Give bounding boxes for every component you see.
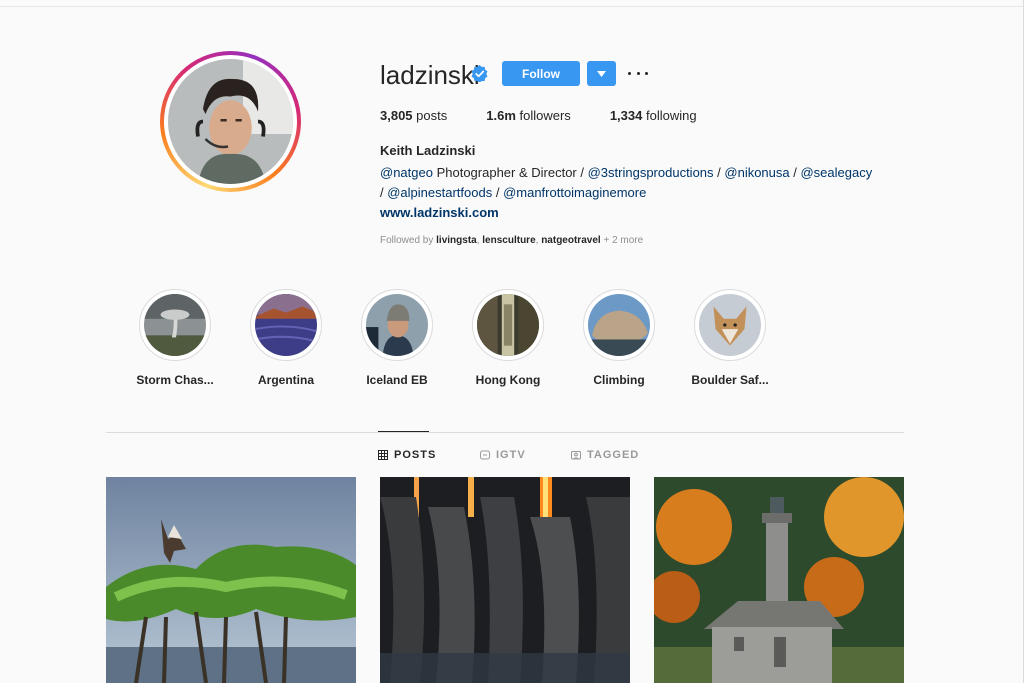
- following-count: 1,334: [609, 108, 643, 123]
- bio-separator: /: [492, 185, 504, 200]
- highlight-label: Argentina: [257, 373, 314, 387]
- followed-by-text[interactable]: Followed by livingsta, lensculture, natg…: [380, 235, 643, 246]
- highlight-label: Climbing: [593, 373, 645, 387]
- following-label: following: [645, 108, 697, 123]
- tabs-divider: [106, 432, 904, 433]
- tag-icon: [571, 451, 581, 460]
- highlight-thumbnail: [255, 294, 317, 356]
- story-highlight[interactable]: Iceland EB: [352, 289, 442, 387]
- profile-bio: @natgeo Photographer & Director / @3stri…: [380, 163, 920, 203]
- bio-separator: /: [713, 165, 725, 180]
- highlight-label: Storm Chas...: [136, 373, 214, 387]
- post-thumbnail[interactable]: [654, 477, 904, 683]
- followers-label: followers: [519, 108, 571, 123]
- highlight-thumbnail: [588, 294, 650, 356]
- story-highlight[interactable]: Storm Chas...: [130, 289, 220, 387]
- highlight-thumbnail: [699, 294, 761, 356]
- tab-igtv[interactable]: IGTV: [480, 449, 526, 461]
- suggested-accounts-dropdown-button[interactable]: [587, 61, 616, 86]
- post-thumbnail[interactable]: [106, 477, 356, 683]
- profile-avatar[interactable]: [160, 51, 301, 192]
- tab-tagged[interactable]: TAGGED: [571, 449, 639, 461]
- posts-count: 3,805: [380, 108, 413, 123]
- bio-text: Photographer & Director /: [432, 165, 588, 180]
- tab-posts[interactable]: POSTS: [378, 449, 436, 461]
- story-highlight[interactable]: Argentina: [241, 289, 331, 387]
- follow-button[interactable]: Follow: [502, 61, 580, 86]
- top-border: [0, 6, 1024, 7]
- highlight-label: Iceland EB: [366, 373, 428, 387]
- avatar-photo: [168, 59, 293, 184]
- mention-alpinestartfoods[interactable]: @alpinestartfoods: [387, 185, 492, 200]
- mention-sealegacy[interactable]: @sealegacy: [800, 165, 872, 180]
- following-link[interactable]: 1,334 following: [610, 108, 697, 123]
- story-highlight[interactable]: Hong Kong: [463, 289, 553, 387]
- tv-icon: [480, 450, 490, 460]
- followed-by-user: natgeotravel: [541, 235, 601, 246]
- story-highlight[interactable]: Climbing: [574, 289, 664, 387]
- mention-nikonusa[interactable]: @nikonusa: [724, 165, 789, 180]
- grid-icon: [378, 450, 388, 460]
- followers-count: 1.6m: [486, 108, 516, 123]
- mention-3stringsproductions[interactable]: @3stringsproductions: [588, 165, 714, 180]
- posts-label: posts: [416, 108, 448, 123]
- ellipsis-icon: [628, 71, 631, 75]
- post-thumbnail[interactable]: [380, 477, 630, 683]
- bio-separator: /: [789, 165, 801, 180]
- highlight-thumbnail: [144, 294, 206, 356]
- mention-manfrottoimaginemore[interactable]: @manfrottoimaginemore: [503, 185, 646, 200]
- story-highlight[interactable]: Boulder Saf...: [685, 289, 775, 387]
- highlight-label: Boulder Saf...: [691, 373, 769, 387]
- profile-full-name: Keith Ladzinski: [380, 143, 476, 158]
- mention-natgeo[interactable]: @natgeo: [380, 165, 433, 180]
- highlight-thumbnail: [366, 294, 428, 356]
- profile-username: ladzinski: [380, 60, 480, 90]
- highlight-thumbnail: [477, 294, 539, 356]
- active-tab-indicator: [378, 431, 429, 432]
- highlight-label: Hong Kong: [475, 373, 541, 387]
- followers-link[interactable]: 1.6m followers: [486, 108, 571, 123]
- more-options-button[interactable]: [628, 66, 648, 80]
- profile-website-link[interactable]: www.ladzinski.com: [380, 205, 499, 220]
- verified-badge-icon: [471, 65, 488, 82]
- followed-by-user: livingsta: [436, 235, 477, 246]
- profile-stats: 3,805 posts 1.6m followers 1,334 followi…: [380, 108, 736, 123]
- posts-stat: 3,805 posts: [380, 108, 447, 123]
- caret-down-icon: [597, 70, 606, 77]
- followed-by-user: lensculture: [482, 235, 536, 246]
